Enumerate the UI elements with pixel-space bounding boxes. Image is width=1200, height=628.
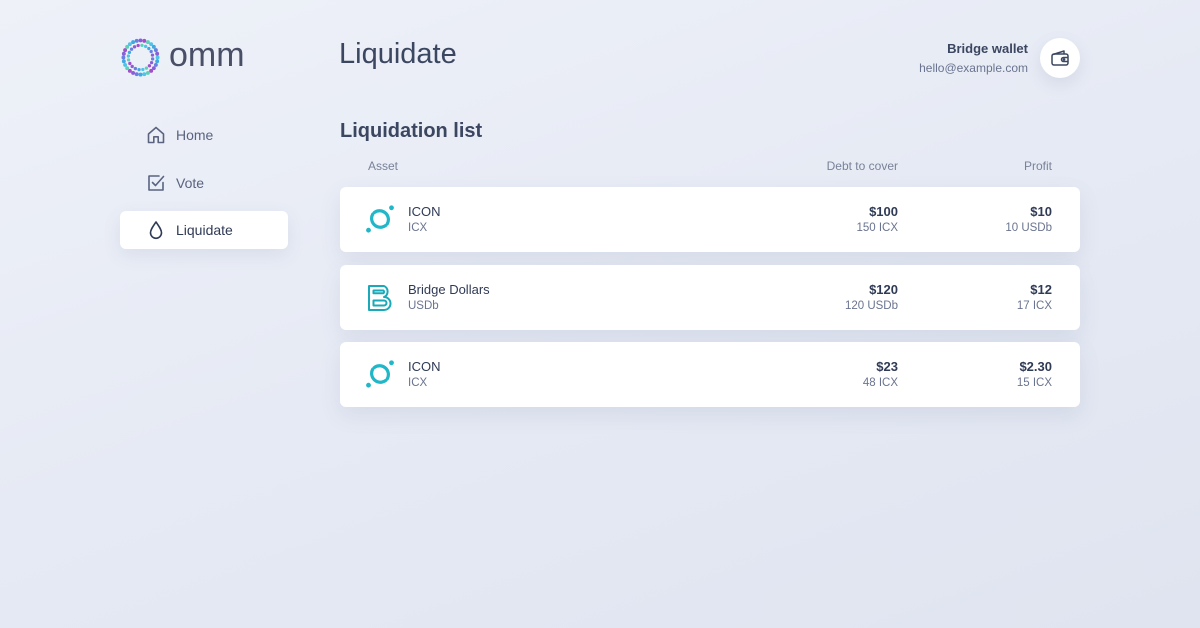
sidebar-item-vote[interactable]: Vote xyxy=(120,164,288,202)
debt-amount: 120 USDb xyxy=(844,299,898,312)
section-title: Liquidation list xyxy=(340,120,483,142)
liquidation-row[interactable]: Bridge Dollars USDb $120 120 USDb $12 17… xyxy=(340,264,1080,330)
debt-usd: $23 xyxy=(876,359,898,374)
liquidation-row[interactable]: ICON ICX $100 150 ICX $10 10 USDb xyxy=(340,187,1080,252)
asset-name: ICON xyxy=(408,359,441,374)
debt-usd: $120 xyxy=(869,281,898,297)
wallet-info: Bridge wallet hello@example.com xyxy=(919,39,1028,77)
asset-ticker: USDb xyxy=(408,299,439,312)
wallet-panel: Bridge wallet hello@example.com xyxy=(919,38,1080,78)
wallet-icon xyxy=(1051,50,1069,66)
asset-ticker: ICX xyxy=(408,377,428,389)
icon-network-icon xyxy=(366,360,394,388)
bridge-dollars-icon xyxy=(368,284,392,311)
brand-name: omm xyxy=(169,35,245,74)
profit-amount: 15 ICX xyxy=(1016,377,1052,389)
drop-icon xyxy=(146,220,166,240)
debt-usd: $100 xyxy=(869,204,898,219)
sidebar-item-home[interactable]: Home xyxy=(120,116,288,154)
profit-usd: $2.30 xyxy=(1019,359,1052,374)
wallet-button[interactable] xyxy=(1040,38,1080,78)
wallet-name: Bridge wallet xyxy=(947,41,1028,56)
asset-name: ICON xyxy=(408,204,441,219)
sidebar-item-label: Liquidate xyxy=(176,222,233,238)
asset-name: Bridge Dollars xyxy=(408,281,490,297)
profit-usd: $10 xyxy=(1030,204,1052,219)
sidebar-item-label: Vote xyxy=(176,174,205,191)
brand-logo[interactable]: omm xyxy=(120,35,245,78)
liquidation-row[interactable]: ICON ICX $23 48 ICX $2.30 15 ICX xyxy=(340,342,1080,407)
liquidation-list: ICON ICX $100 150 ICX $10 10 USDb Bridge… xyxy=(340,187,1080,420)
profit-amount: 17 ICX xyxy=(1016,299,1052,312)
app-root: omm Home Vote Liquidate Liquidate Bridge… xyxy=(0,0,1200,628)
column-header-profit: Profit xyxy=(1023,159,1052,173)
page-title: Liquidate xyxy=(339,38,457,70)
wallet-email: hello@example.com xyxy=(919,61,1028,75)
debt-amount: 48 ICX xyxy=(862,377,898,389)
icon-network-icon xyxy=(366,205,394,233)
profit-usd: $12 xyxy=(1030,281,1052,297)
omm-logo-icon xyxy=(121,38,160,77)
debt-amount: 150 ICX xyxy=(856,222,898,234)
list-header: Asset Debt to cover Profit xyxy=(340,159,1080,175)
checkbox-icon xyxy=(146,173,166,193)
sidebar-item-label: Home xyxy=(176,127,214,143)
asset-ticker: ICX xyxy=(408,222,428,234)
column-header-asset: Asset xyxy=(368,159,399,173)
column-header-debt: Debt to cover xyxy=(826,159,898,173)
sidebar-nav: Home Vote Liquidate xyxy=(120,116,288,259)
profit-amount: 10 USDb xyxy=(1005,222,1052,234)
home-icon xyxy=(146,125,166,145)
sidebar-item-liquidate[interactable]: Liquidate xyxy=(120,211,288,249)
